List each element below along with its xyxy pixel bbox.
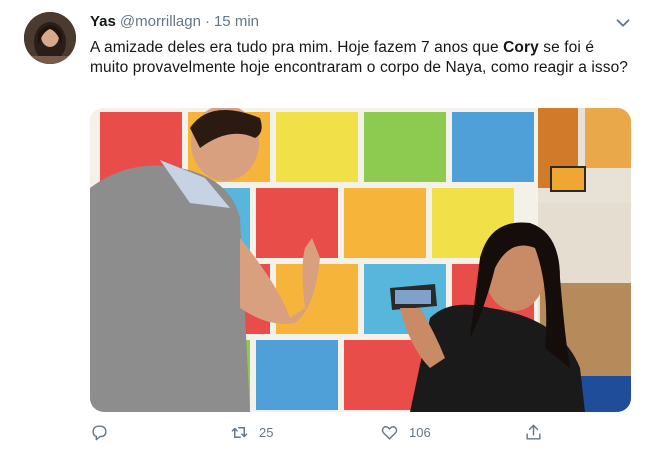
tweet-text: A amizade deles era tudo pra mim. Hoje f…	[90, 38, 630, 78]
tweet-header: Yas @morrillagn · 15 min	[90, 13, 259, 30]
heart-icon	[381, 426, 398, 440]
tweet-actions: 25 106	[0, 423, 662, 447]
tweet-time[interactable]: 15 min	[214, 13, 259, 30]
separator-dot: ·	[204, 13, 210, 30]
retweet-icon	[231, 427, 248, 438]
like-button[interactable]: 106	[380, 423, 431, 442]
avatar[interactable]	[24, 12, 76, 64]
author-name[interactable]: Yas	[90, 13, 116, 30]
share-icon	[526, 424, 541, 440]
retweet-button[interactable]: 25	[230, 423, 273, 442]
tweet-photo[interactable]	[90, 108, 631, 412]
chevron-down-icon[interactable]	[612, 12, 634, 34]
photo-illustration	[90, 108, 631, 412]
like-count: 106	[409, 425, 431, 440]
tweet-text-part: A amizade deles era tudo pra mim. Hoje f…	[90, 39, 504, 56]
backdrop-panel	[344, 188, 426, 258]
tweet-bold-name: Cory	[503, 39, 539, 56]
retweet-count: 25	[259, 425, 274, 440]
store-shelf	[585, 108, 631, 168]
store-monitor-screen	[552, 168, 584, 190]
backdrop-panel	[256, 340, 338, 410]
avatar-image	[24, 12, 76, 64]
author-handle[interactable]: @morrillagn	[120, 13, 201, 30]
backdrop-panel	[256, 188, 338, 258]
backdrop-panel	[276, 112, 358, 182]
backdrop-panel	[452, 112, 534, 182]
share-button[interactable]	[524, 423, 543, 442]
reply-icon	[92, 425, 107, 441]
reply-button[interactable]	[90, 423, 109, 442]
backdrop-panel	[364, 112, 446, 182]
